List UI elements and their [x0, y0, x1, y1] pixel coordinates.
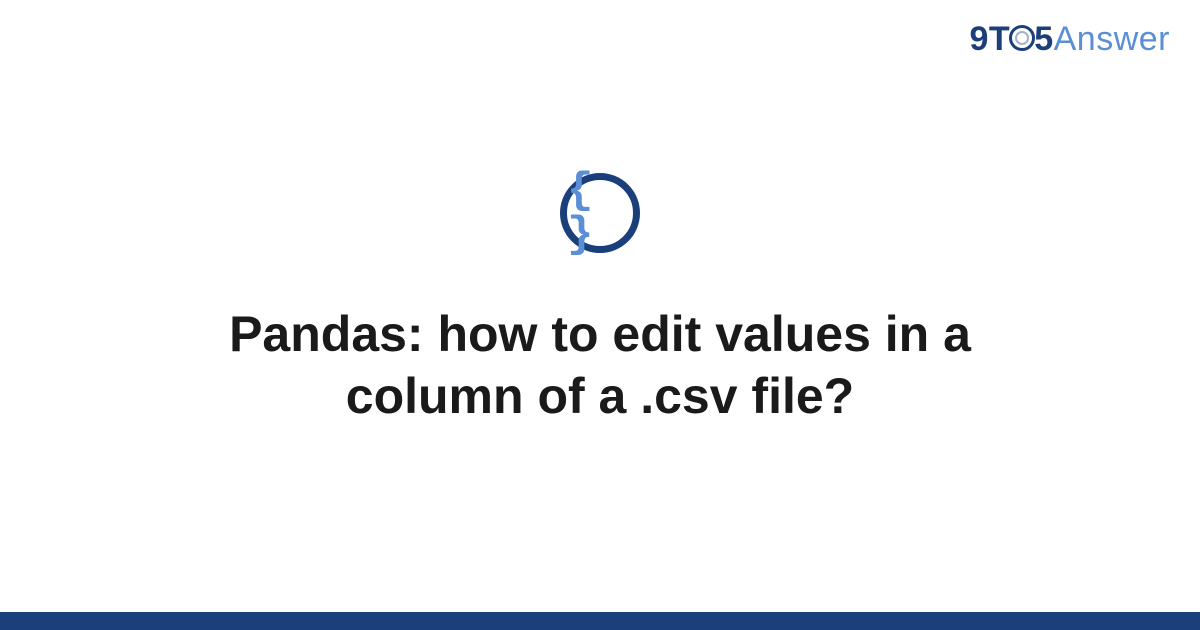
- category-icon-circle: { }: [560, 173, 640, 253]
- question-title: Pandas: how to edit values in a column o…: [100, 303, 1100, 428]
- content-area: { } Pandas: how to edit values in a colu…: [0, 0, 1200, 630]
- braces-icon: { }: [567, 169, 633, 257]
- category-icon-wrapper: { }: [560, 173, 640, 253]
- footer-bar: [0, 612, 1200, 630]
